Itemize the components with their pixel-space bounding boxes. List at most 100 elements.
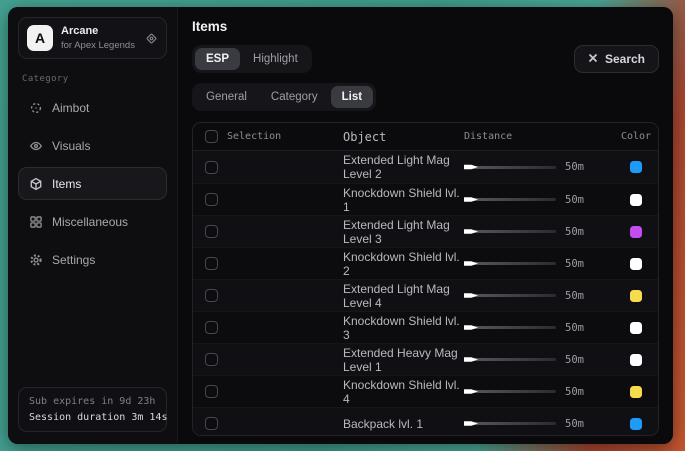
object-name: Extended Light Mag Level 2 xyxy=(343,153,464,181)
color-swatch[interactable] xyxy=(630,161,642,173)
color-swatch[interactable] xyxy=(630,194,642,206)
row-checkbox[interactable] xyxy=(205,161,218,174)
sidebar-item-items[interactable]: Items xyxy=(18,167,167,200)
slider-handle-icon[interactable] xyxy=(464,164,478,171)
eye-icon xyxy=(28,138,43,153)
session-duration-text: Session duration 3m 14s xyxy=(29,412,156,423)
distance-value: 50m xyxy=(565,290,584,302)
table-row: Extended Heavy Mag Level 1 50m xyxy=(193,343,658,375)
distance-value: 50m xyxy=(565,194,584,206)
toolbar: ESPHighlight Search xyxy=(192,45,659,73)
table-row: Knockdown Shield lvl. 1 50m xyxy=(193,183,658,215)
color-swatch[interactable] xyxy=(630,322,642,334)
mode-tab-group: ESPHighlight xyxy=(192,45,312,73)
color-swatch[interactable] xyxy=(630,354,642,366)
object-name: Knockdown Shield lvl. 3 xyxy=(343,314,464,342)
distance-slider[interactable] xyxy=(464,230,556,233)
table-row: Knockdown Shield lvl. 3 50m xyxy=(193,311,658,343)
main-panel: Items ESPHighlight Search GeneralCategor… xyxy=(178,7,673,444)
sidebar-nav: Aimbot Visuals Items Miscellaneous Setti… xyxy=(18,91,167,281)
color-swatch[interactable] xyxy=(630,386,642,398)
search-button[interactable]: Search xyxy=(574,45,659,73)
sidebar-item-aimbot[interactable]: Aimbot xyxy=(18,91,167,124)
select-all-checkbox[interactable] xyxy=(205,130,218,143)
grid-icon xyxy=(28,214,43,229)
distance-slider[interactable] xyxy=(464,422,556,425)
slider-handle-icon[interactable] xyxy=(464,196,478,203)
sidebar-item-label: Aimbot xyxy=(52,101,89,115)
sidebar-item-visuals[interactable]: Visuals xyxy=(18,129,167,162)
object-name: Backpack lvl. 1 xyxy=(343,417,464,431)
row-checkbox[interactable] xyxy=(205,321,218,334)
column-header-object: Object xyxy=(343,130,464,144)
tab-highlight[interactable]: Highlight xyxy=(242,48,309,70)
distance-slider[interactable] xyxy=(464,358,556,361)
sidebar-item-label: Items xyxy=(52,177,81,191)
row-checkbox[interactable] xyxy=(205,417,218,430)
object-name: Extended Heavy Mag Level 1 xyxy=(343,346,464,374)
color-swatch[interactable] xyxy=(630,418,642,430)
slider-handle-icon[interactable] xyxy=(464,388,478,395)
object-name: Extended Light Mag Level 4 xyxy=(343,282,464,310)
distance-slider[interactable] xyxy=(464,294,556,297)
distance-slider[interactable] xyxy=(464,166,556,169)
app-logo: A xyxy=(27,25,53,51)
table-body: Extended Light Mag Level 2 50m Knockdown… xyxy=(193,151,658,436)
category-section-label: Category xyxy=(22,74,163,84)
distance-value: 50m xyxy=(565,354,584,366)
sidebar-item-label: Miscellaneous xyxy=(52,215,128,229)
gear-icon xyxy=(28,252,43,267)
distance-value: 50m xyxy=(565,322,584,334)
row-checkbox[interactable] xyxy=(205,385,218,398)
subscription-info-box: Sub expires in 9d 23h Session duration 3… xyxy=(18,387,167,432)
view-tab-category[interactable]: Category xyxy=(260,86,329,108)
distance-value: 50m xyxy=(565,418,584,430)
search-icon xyxy=(588,52,598,66)
distance-value: 50m xyxy=(565,258,584,270)
app-subtitle: for Apex Legends xyxy=(61,40,135,51)
row-checkbox[interactable] xyxy=(205,193,218,206)
distance-slider[interactable] xyxy=(464,326,556,329)
sidebar-item-label: Visuals xyxy=(52,139,90,153)
distance-value: 50m xyxy=(565,226,584,238)
target-badge-icon xyxy=(145,32,158,45)
app-header: A Arcane for Apex Legends xyxy=(18,17,167,59)
color-swatch[interactable] xyxy=(630,258,642,270)
table-row: Extended Light Mag Level 4 50m xyxy=(193,279,658,311)
distance-value: 50m xyxy=(565,386,584,398)
slider-handle-icon[interactable] xyxy=(464,356,478,363)
slider-handle-icon[interactable] xyxy=(464,420,478,427)
app-name: Arcane xyxy=(61,25,135,38)
table-row: Extended Light Mag Level 2 50m xyxy=(193,151,658,183)
crosshair-icon xyxy=(28,100,43,115)
row-checkbox[interactable] xyxy=(205,289,218,302)
object-name: Knockdown Shield lvl. 2 xyxy=(343,250,464,278)
app-titles: Arcane for Apex Legends xyxy=(61,25,135,51)
sidebar-item-settings[interactable]: Settings xyxy=(18,243,167,276)
view-row: GeneralCategoryList xyxy=(192,83,659,111)
view-tab-general[interactable]: General xyxy=(195,86,258,108)
row-checkbox[interactable] xyxy=(205,353,218,366)
distance-slider[interactable] xyxy=(464,262,556,265)
sidebar-item-miscellaneous[interactable]: Miscellaneous xyxy=(18,205,167,238)
slider-handle-icon[interactable] xyxy=(464,228,478,235)
row-checkbox[interactable] xyxy=(205,225,218,238)
slider-handle-icon[interactable] xyxy=(464,292,478,299)
color-swatch[interactable] xyxy=(630,226,642,238)
distance-slider[interactable] xyxy=(464,390,556,393)
table-row: Extended Light Mag Level 3 50m xyxy=(193,215,658,247)
cube-icon xyxy=(28,176,43,191)
slider-handle-icon[interactable] xyxy=(464,324,478,331)
slider-handle-icon[interactable] xyxy=(464,260,478,267)
table-header-row: Selection Object Distance Color xyxy=(193,123,658,151)
subscription-expiry-text: Sub expires in 9d 23h xyxy=(29,396,156,407)
tab-esp[interactable]: ESP xyxy=(195,48,240,70)
distance-slider[interactable] xyxy=(464,198,556,201)
view-tab-list[interactable]: List xyxy=(331,86,373,108)
object-name: Knockdown Shield lvl. 4 xyxy=(343,378,464,406)
color-swatch[interactable] xyxy=(630,290,642,302)
row-checkbox[interactable] xyxy=(205,257,218,270)
table-row: Backpack lvl. 1 50m xyxy=(193,407,658,436)
app-window: A Arcane for Apex Legends Category Aimbo… xyxy=(8,7,673,444)
column-header-distance: Distance xyxy=(464,131,614,142)
